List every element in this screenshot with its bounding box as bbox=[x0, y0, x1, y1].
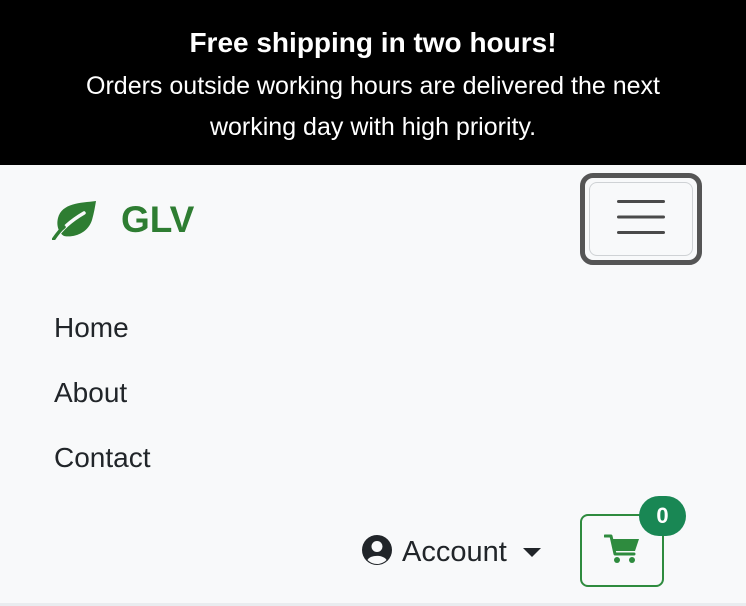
navbar-toggle-button[interactable] bbox=[580, 173, 702, 265]
brand-name: GLV bbox=[121, 199, 195, 240]
shipping-banner: Free shipping in two hours! Orders outsi… bbox=[0, 0, 746, 165]
caret-down-icon bbox=[522, 547, 541, 557]
nav-link-contact[interactable]: Contact bbox=[54, 440, 151, 476]
banner-text: Orders outside working hours are deliver… bbox=[86, 72, 660, 141]
banner-title: Free shipping in two hours! bbox=[189, 27, 557, 58]
shopping-cart-icon bbox=[603, 533, 640, 569]
account-dropdown[interactable]: Account bbox=[362, 532, 541, 572]
brand-link[interactable]: GLV bbox=[52, 196, 194, 244]
nav-link-home[interactable]: Home bbox=[54, 310, 129, 346]
cart-count-badge: 0 bbox=[639, 496, 686, 536]
navbar-toggle-inner bbox=[589, 182, 693, 256]
nav-link-about[interactable]: About bbox=[54, 375, 127, 411]
account-label: Account bbox=[402, 536, 507, 568]
leaf-icon bbox=[52, 200, 98, 240]
hamburger-menu-icon bbox=[617, 198, 665, 241]
user-circle-icon bbox=[362, 534, 392, 570]
